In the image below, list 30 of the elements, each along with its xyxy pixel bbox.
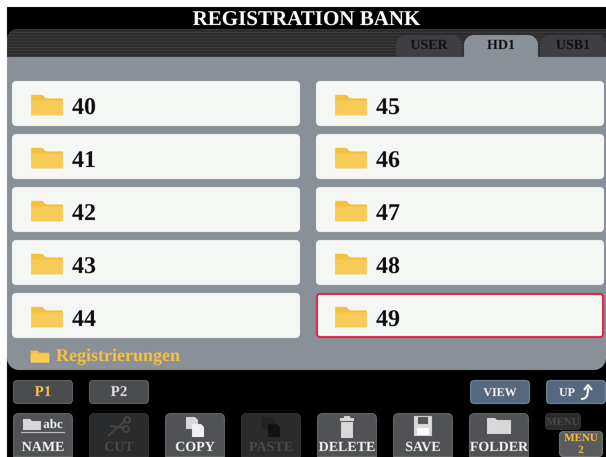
folder-item[interactable]: 40 — [12, 81, 300, 126]
menu-button[interactable]: MENU 2 — [559, 431, 603, 457]
folder-item[interactable]: 45 — [316, 81, 604, 126]
page-button[interactable]: P1 — [13, 380, 73, 404]
window-title: REGISTRATION BANK — [192, 7, 422, 29]
up-arrow-icon — [579, 384, 593, 400]
trash-icon — [339, 416, 355, 438]
action-button[interactable]: abc NAME — [13, 413, 73, 457]
action-button[interactable]: SAVE — [393, 413, 453, 457]
folder-item[interactable]: 42 — [12, 187, 300, 232]
folder-icon — [30, 348, 50, 364]
documents-icon — [261, 416, 281, 438]
folder-item[interactable]: 41 — [12, 134, 300, 179]
folder-item[interactable]: 46 — [316, 134, 604, 179]
view-button[interactable]: VIEW — [470, 380, 530, 404]
folder-item[interactable]: 48 — [316, 240, 604, 285]
documents-icon — [185, 416, 205, 438]
tab[interactable]: HD1 — [464, 35, 538, 57]
page-button[interactable]: P2 — [89, 380, 149, 404]
folder-item[interactable]: 49 — [316, 293, 604, 338]
current-path: Registrierungen — [56, 345, 180, 366]
scissors-icon — [106, 416, 132, 438]
folder-item[interactable]: 43 — [12, 240, 300, 285]
folder-item[interactable]: 44 — [12, 293, 300, 338]
action-button[interactable]: COPY — [165, 413, 225, 457]
up-button[interactable]: UP — [546, 380, 606, 404]
folder-item[interactable]: 47 — [316, 187, 604, 232]
action-button[interactable]: DELETE — [317, 413, 377, 457]
folder-icon — [487, 416, 511, 434]
action-button[interactable]: FOLDER — [469, 413, 529, 457]
